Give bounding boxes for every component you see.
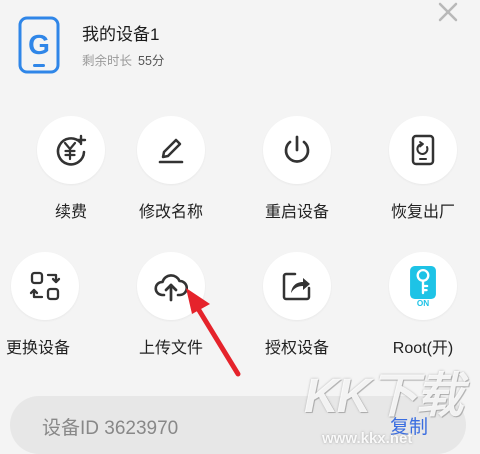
remaining-time-label: 剩余时长 — [82, 54, 133, 68]
svg-text:G: G — [28, 29, 50, 60]
factory-reset-button[interactable]: 恢复出厂 — [368, 116, 478, 226]
renew-yen-icon — [56, 134, 87, 166]
rename-button[interactable]: 修改名称 — [116, 116, 226, 226]
restart-button[interactable]: 重启设备 — [242, 116, 352, 226]
authorize-device-button[interactable]: 授权设备 — [242, 252, 352, 362]
red-arrow-annotation — [186, 288, 241, 377]
root-key-icon: ON — [410, 266, 436, 308]
rename-label: 修改名称 — [138, 204, 203, 221]
restart-circle — [263, 116, 331, 184]
swap-device-label: 更换设备 — [6, 340, 71, 357]
factory-reset-circle — [389, 116, 457, 184]
rename-circle — [137, 116, 205, 184]
device-logo-icon: G — [18, 16, 60, 74]
factory-reset-label: 恢复出厂 — [390, 204, 455, 221]
restart-label: 重启设备 — [264, 204, 329, 221]
remaining-time-value: 55分 — [138, 54, 165, 68]
renew-button[interactable]: 续费 — [16, 116, 126, 226]
renew-circle — [37, 116, 105, 184]
device-name: 我的设备1 — [82, 25, 160, 44]
root-circle: ON — [389, 252, 457, 320]
root-badge: ON — [417, 299, 429, 308]
root-toggle-button[interactable]: ON Root(开) — [368, 252, 478, 362]
swap-device-circle — [11, 252, 79, 320]
share-authorize-icon — [282, 272, 311, 301]
power-icon — [284, 135, 310, 163]
root-toggle-label: Root(开) — [392, 340, 454, 357]
factory-reset-icon — [411, 134, 435, 166]
watermark-logo: KK下载 — [304, 370, 463, 423]
remaining-time: 剩余时长 55分 — [82, 50, 164, 69]
device-header: G 我的设备1 剩余时长 55分 — [0, 0, 480, 90]
authorize-device-circle — [263, 252, 331, 320]
device-id-text: 设备ID 3623970 — [42, 418, 179, 439]
swap-device-button[interactable]: 更换设备 — [0, 252, 100, 362]
authorize-device-label: 授权设备 — [264, 340, 329, 357]
close-icon[interactable] — [432, 0, 464, 28]
renew-label: 续费 — [54, 204, 87, 221]
watermark: KK下载 www.kkx.net — [300, 358, 480, 451]
edit-pen-icon — [158, 138, 184, 164]
watermark-url: www.kkx.net — [322, 430, 413, 447]
swap-device-icon — [29, 271, 61, 301]
